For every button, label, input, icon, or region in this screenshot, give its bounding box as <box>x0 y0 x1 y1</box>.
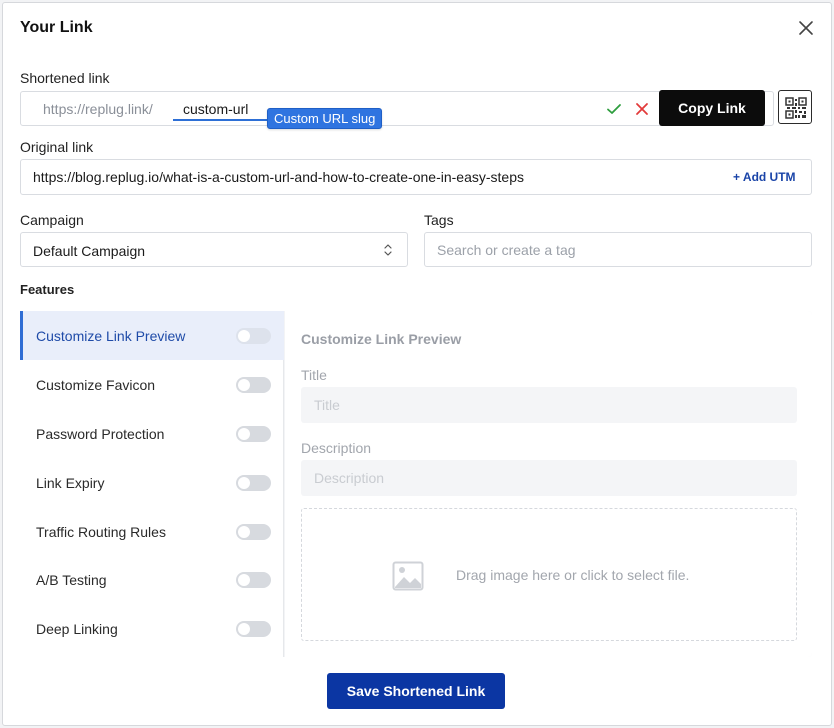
feature-label: Deep Linking <box>36 621 118 637</box>
feature-detail-panel: Customize Link Preview Title Description… <box>285 311 812 657</box>
qr-code-button[interactable] <box>778 90 812 124</box>
toggle-switch[interactable] <box>236 621 271 637</box>
toggle-switch[interactable] <box>236 426 271 442</box>
preview-description-input[interactable] <box>301 460 797 496</box>
tags-label: Tags <box>424 212 454 228</box>
campaign-label: Campaign <box>20 212 84 228</box>
original-link-input[interactable] <box>33 162 723 192</box>
image-dropzone[interactable]: Drag image here or click to select file. <box>301 508 797 641</box>
dropzone-text: Drag image here or click to select file. <box>456 567 690 583</box>
cross-icon[interactable] <box>635 102 649 116</box>
tags-field <box>424 232 812 267</box>
sort-arrows-icon <box>384 244 392 256</box>
close-icon[interactable] <box>797 19 815 37</box>
feature-link-expiry[interactable]: Link Expiry <box>20 458 284 507</box>
slug-tooltip: Custom URL slug <box>267 108 383 129</box>
feature-label: Link Expiry <box>36 475 105 491</box>
add-utm-link[interactable]: + Add UTM <box>733 170 796 184</box>
feature-traffic-routing-rules[interactable]: Traffic Routing Rules <box>20 507 284 556</box>
description-label: Description <box>301 440 372 456</box>
checkmark-icon[interactable] <box>606 101 622 117</box>
toggle-switch[interactable] <box>236 328 271 344</box>
preview-title-input[interactable] <box>301 387 797 423</box>
panel-heading: Customize Link Preview <box>301 331 462 347</box>
toggle-switch[interactable] <box>236 572 271 588</box>
feature-label: Traffic Routing Rules <box>36 524 166 540</box>
features-label: Features <box>20 282 75 297</box>
save-shortened-link-button[interactable]: Save Shortened Link <box>327 673 505 709</box>
title-label: Title <box>301 367 327 383</box>
feature-label: Customize Favicon <box>36 377 156 393</box>
short-domain-prefix: https://replug.link/ <box>43 101 153 117</box>
copy-link-button[interactable]: Copy Link <box>659 90 765 126</box>
feature-customize-link-preview[interactable]: Customize Link Preview <box>20 311 284 360</box>
feature-password-protection[interactable]: Password Protection <box>20 409 284 458</box>
feature-label: A/B Testing <box>36 572 107 588</box>
qr-code-icon <box>785 97 807 119</box>
tags-input[interactable] <box>437 235 797 265</box>
feature-ab-testing[interactable]: A/B Testing <box>20 555 284 604</box>
feature-label: Password Protection <box>36 426 165 442</box>
shortened-link-label: Shortened link <box>20 70 110 86</box>
feature-deep-linking[interactable]: Deep Linking <box>20 604 284 653</box>
image-icon <box>392 561 424 591</box>
features-panel: Customize Link Preview Customize Favicon… <box>20 311 812 657</box>
your-link-dialog: Your Link Shortened link https://replug.… <box>2 2 832 726</box>
original-link-field: + Add UTM <box>20 159 812 195</box>
feature-customize-favicon[interactable]: Customize Favicon <box>20 360 284 409</box>
original-link-label: Original link <box>20 139 94 155</box>
toggle-switch[interactable] <box>236 475 271 491</box>
dialog-title: Your Link <box>20 19 93 36</box>
toggle-switch[interactable] <box>236 524 271 540</box>
feature-label: Customize Link Preview <box>36 328 186 344</box>
campaign-select[interactable]: Default Campaign <box>20 232 408 267</box>
feature-list: Customize Link Preview Customize Favicon… <box>20 311 284 657</box>
campaign-selected-value: Default Campaign <box>33 243 146 259</box>
toggle-switch[interactable] <box>236 377 271 393</box>
